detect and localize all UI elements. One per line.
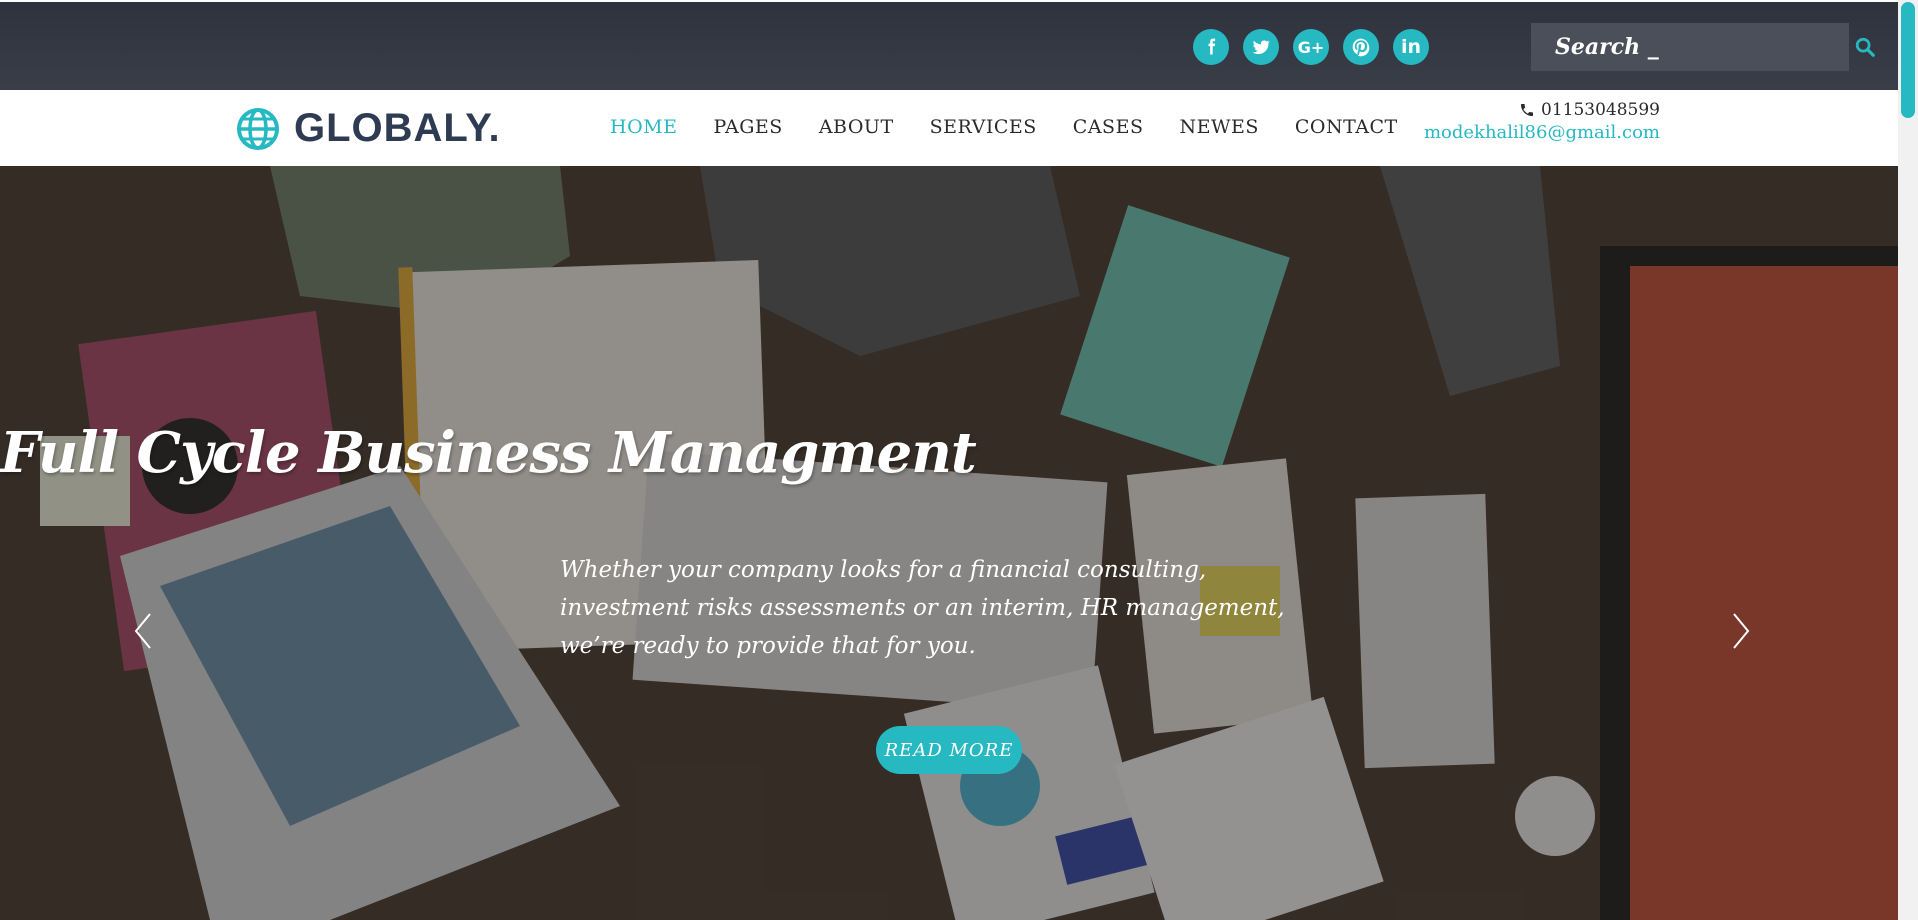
facebook-icon[interactable]	[1193, 29, 1229, 65]
nav-item-about[interactable]: ABOUT	[819, 116, 894, 138]
nav-item-contact[interactable]: CONTACT	[1295, 116, 1398, 138]
logo-text: GLOBALY.	[294, 106, 501, 150]
hero-title: Full Cycle Business Managment	[0, 420, 977, 486]
phone-number: 01153048599	[1541, 100, 1660, 120]
hero-description: Whether your company looks for a financi…	[560, 557, 1285, 659]
slider-next-button[interactable]	[1726, 606, 1756, 656]
chevron-left-icon	[134, 613, 151, 649]
google-plus-icon[interactable]: G+	[1293, 29, 1329, 65]
nav-item-cases[interactable]: CASES	[1073, 116, 1144, 138]
search-box	[1531, 23, 1875, 71]
main-navbar: GLOBALY. HOME PAGES ABOUT SERVICES CASES…	[0, 90, 1898, 166]
nav-item-home[interactable]: HOME	[610, 116, 677, 138]
primary-nav: HOME PAGES ABOUT SERVICES CASES NEWES CO…	[610, 116, 1398, 138]
twitter-icon[interactable]	[1243, 29, 1279, 65]
nav-item-pages[interactable]: PAGES	[713, 116, 782, 138]
pinterest-icon[interactable]	[1343, 29, 1379, 65]
top-bar: G+ in	[0, 0, 1898, 90]
phone-icon	[1521, 104, 1534, 116]
google-plus-glyph: G+	[1297, 37, 1325, 57]
search-input[interactable]	[1531, 23, 1854, 71]
linkedin-glyph: in	[1400, 36, 1422, 58]
nav-item-services[interactable]: SERVICES	[930, 116, 1037, 138]
phone-line: 01153048599	[1424, 100, 1660, 120]
read-more-button[interactable]: READ MORE	[876, 726, 1022, 774]
search-icon	[1855, 37, 1875, 57]
site-logo[interactable]: GLOBALY.	[236, 106, 501, 151]
scrollbar-track[interactable]	[1898, 0, 1918, 920]
slider-prev-button[interactable]	[128, 606, 158, 656]
scrollbar-thumb[interactable]	[1901, 2, 1915, 118]
search-button[interactable]	[1854, 23, 1876, 71]
nav-item-newes[interactable]: NEWES	[1179, 116, 1258, 138]
email-link[interactable]: modekhalil86@gmail.com	[1424, 122, 1660, 143]
contact-info: 01153048599 modekhalil86@gmail.com	[1424, 100, 1660, 143]
globe-icon	[237, 107, 279, 150]
hero-slider: Full Cycle Business Managment Whether yo…	[0, 166, 1898, 920]
hero-overlay	[0, 166, 1898, 920]
linkedin-icon[interactable]: in	[1393, 29, 1429, 65]
chevron-right-icon	[1733, 613, 1750, 649]
social-links: G+ in	[1193, 29, 1429, 65]
